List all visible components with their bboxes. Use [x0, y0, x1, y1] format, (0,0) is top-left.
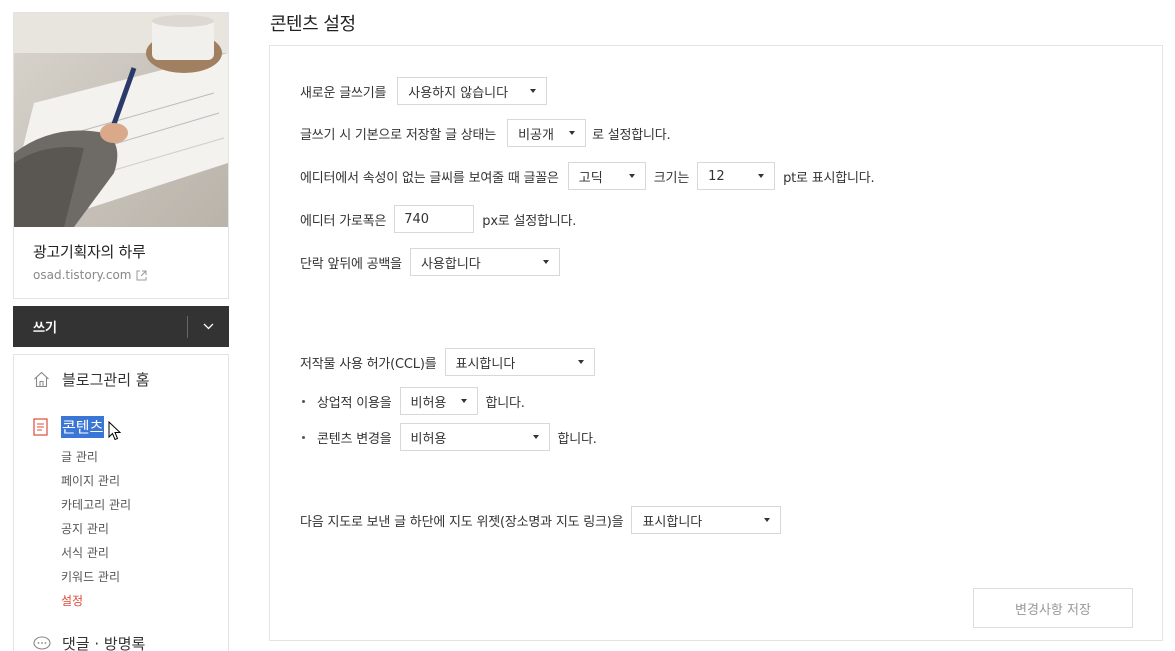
blog-card: 광고기획자의 하루 osad.tistory.com [13, 12, 229, 299]
editor-width-input[interactable] [394, 205, 475, 233]
caret-down-icon [569, 131, 576, 135]
modify-label: 콘텐츠 변경을 [317, 431, 392, 447]
modify-value: 비허용 [410, 431, 447, 447]
editor-width-prefix: 에디터 가로폭은 [300, 213, 387, 229]
map-widget-select[interactable]: 표시합니다 [631, 506, 782, 534]
commercial-row: 상업적 이용을 비허용 합니다. [300, 387, 525, 415]
submenu-templates[interactable]: 서식 관리 [61, 541, 228, 565]
default-status-select[interactable]: 비공개 [507, 119, 587, 147]
write-divider [187, 316, 188, 338]
blog-info: 광고기획자의 하루 osad.tistory.com [14, 227, 228, 299]
caret-down-icon [532, 435, 539, 439]
paragraph-space-label: 단락 앞뒤에 공백을 [300, 256, 402, 272]
admin-menu: 블로그관리 홈 콘텐츠 글 관리 페이지 관리 카테고리 관리 공지 관리 서식… [13, 354, 229, 651]
default-status-prefix: 글쓰기 시 기본으로 저장할 글 상태는 [300, 127, 497, 143]
ccl-value: 표시합니다 [455, 356, 516, 372]
ccl-label: 저작물 사용 허가(CCL)를 [300, 356, 437, 372]
ccl-select[interactable]: 표시합니다 [444, 348, 595, 376]
write-dropdown-button[interactable] [188, 306, 229, 347]
write-button[interactable]: 쓰기 [13, 317, 188, 336]
modify-select[interactable]: 비허용 [399, 423, 550, 451]
default-status-row: 글쓰기 시 기본으로 저장할 글 상태는 비공개 로 설정합니다. [300, 119, 671, 147]
editor-width-row: 에디터 가로폭은 px로 설정합니다. [300, 205, 576, 233]
blog-url-text[interactable]: osad.tistory.com [33, 268, 131, 282]
paragraph-space-value: 사용합니다 [420, 256, 481, 272]
blog-name[interactable]: 광고기획자의 하루 [33, 241, 210, 262]
font-suffix: pt로 표시합니다. [783, 170, 875, 186]
paragraph-space-row: 단락 앞뒤에 공백을 사용합니다 [300, 248, 560, 276]
caret-down-icon [542, 260, 549, 264]
contents-submenu: 글 관리 페이지 관리 카테고리 관리 공지 관리 서식 관리 키워드 관리 설… [14, 445, 228, 613]
font-size-label: 크기는 [653, 170, 690, 186]
font-prefix: 에디터에서 속성이 없는 글씨를 보여줄 때 글꼴은 [300, 170, 559, 186]
menu-comments-label: 댓글 · 방명록 [62, 635, 146, 651]
map-widget-value: 표시합니다 [642, 514, 703, 530]
modify-suffix: 합니다. [557, 431, 597, 447]
editor-width-suffix: px로 설정합니다. [482, 213, 577, 229]
new-writing-row: 새로운 글쓰기를 사용하지 않습니다 [300, 77, 548, 105]
menu-comments[interactable]: 댓글 · 방명록 [14, 633, 228, 651]
submenu-keywords[interactable]: 키워드 관리 [61, 565, 228, 589]
bullet [302, 399, 305, 403]
new-writing-value: 사용하지 않습니다 [408, 85, 509, 101]
new-writing-select[interactable]: 사용하지 않습니다 [397, 77, 548, 105]
submenu-posts[interactable]: 글 관리 [61, 445, 228, 469]
commercial-suffix: 합니다. [485, 395, 525, 411]
font-size-value: 12 [708, 168, 725, 184]
blog-url[interactable]: osad.tistory.com [33, 268, 210, 282]
caret-down-icon [758, 174, 765, 178]
mouse-cursor-icon [108, 421, 121, 441]
ccl-row: 저작물 사용 허가(CCL)를 표시합니다 [300, 348, 595, 376]
submenu-pages[interactable]: 페이지 관리 [61, 469, 228, 493]
default-status-value: 비공개 [518, 127, 554, 143]
speech-bubble-icon [33, 635, 51, 650]
caret-down-icon [460, 399, 467, 403]
home-icon [34, 371, 49, 387]
save-button[interactable]: 변경사항 저장 [973, 588, 1133, 628]
chevron-down-icon [203, 323, 214, 330]
menu-home[interactable]: 블로그관리 홈 [14, 368, 228, 390]
font-row: 에디터에서 속성이 없는 글씨를 보여줄 때 글꼴은 고딕 크기는 12 pt로… [300, 162, 875, 190]
submenu-categories[interactable]: 카테고리 관리 [61, 493, 228, 517]
write-bar: 쓰기 [13, 306, 229, 347]
submenu-settings[interactable]: 설정 [61, 589, 228, 613]
bullet [302, 435, 305, 439]
caret-down-icon [764, 518, 771, 522]
paragraph-space-select[interactable]: 사용합니다 [409, 248, 560, 276]
blog-thumbnail[interactable] [14, 13, 228, 227]
map-widget-label: 다음 지도로 보낸 글 하단에 지도 위젯(장소명과 지도 링크)을 [300, 514, 624, 530]
commercial-select[interactable]: 비허용 [399, 387, 478, 415]
document-icon [33, 418, 48, 436]
menu-contents-label: 콘텐츠 [61, 416, 105, 438]
page-title: 콘텐츠 설정 [270, 14, 356, 35]
caret-down-icon [628, 174, 635, 178]
modify-row: 콘텐츠 변경을 비허용 합니다. [300, 423, 597, 451]
menu-home-label: 블로그관리 홈 [62, 370, 150, 389]
commercial-label: 상업적 이용을 [317, 395, 392, 411]
font-family-select[interactable]: 고딕 [567, 162, 646, 190]
caret-down-icon [530, 89, 537, 93]
external-link-icon[interactable] [136, 270, 147, 281]
settings-panel: 새로운 글쓰기를 사용하지 않습니다 글쓰기 시 기본으로 저장할 글 상태는 … [269, 45, 1163, 641]
map-widget-row: 다음 지도로 보낸 글 하단에 지도 위젯(장소명과 지도 링크)을 표시합니다 [300, 506, 782, 534]
font-size-select[interactable]: 12 [697, 162, 776, 190]
sidebar: 광고기획자의 하루 osad.tistory.com 쓰기 블로그관리 홈 콘텐… [13, 12, 229, 651]
default-status-suffix: 로 설정합니다. [592, 127, 671, 143]
menu-contents[interactable]: 콘텐츠 [14, 415, 228, 441]
submenu-notices[interactable]: 공지 관리 [61, 517, 228, 541]
commercial-value: 비허용 [410, 395, 447, 411]
caret-down-icon [577, 360, 584, 364]
new-writing-label: 새로운 글쓰기를 [300, 85, 387, 101]
font-family-value: 고딕 [578, 170, 603, 186]
